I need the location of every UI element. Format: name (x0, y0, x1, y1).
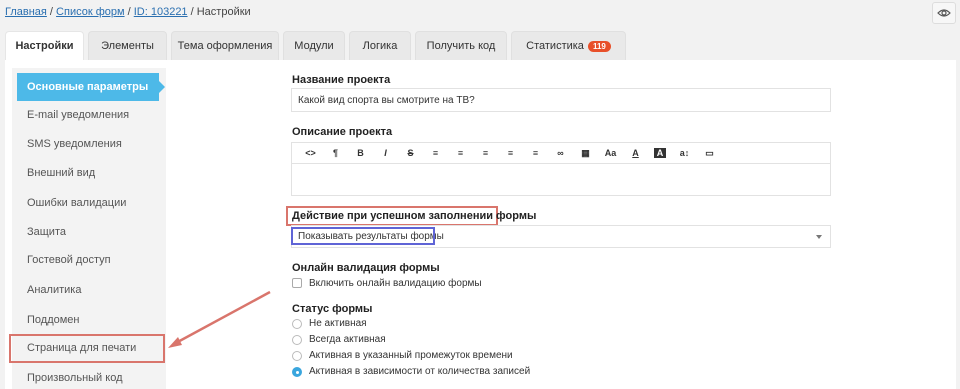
online-validation-checkbox[interactable] (292, 278, 302, 288)
sidebar-item-label: Произвольный код (27, 372, 123, 384)
text-color-button[interactable]: A (623, 148, 648, 158)
sidebar-item-email[interactable]: E-mail уведомления (12, 103, 166, 127)
outdent-button[interactable]: ≡ (498, 148, 523, 158)
status-radio-record-count[interactable] (292, 367, 302, 377)
sidebar-item-analytics[interactable]: Аналитика (12, 278, 166, 302)
project-name-label: Название проекта (292, 74, 391, 86)
tab-elements[interactable]: Элементы (88, 31, 167, 60)
tab-label: Элементы (101, 40, 154, 52)
sidebar-item-appearance[interactable]: Внешний вид (12, 161, 166, 185)
form-status-label: Статус формы (292, 303, 373, 315)
background-color-button[interactable]: A (654, 148, 666, 158)
description-editor[interactable] (291, 163, 831, 196)
sidebar-item-label: E-mail уведомления (27, 109, 130, 121)
sidebar-item-main-params[interactable]: Основные параметры (17, 73, 165, 101)
tab-label: Модули (294, 40, 334, 52)
status-radio-inactive[interactable] (292, 319, 302, 329)
preview-button[interactable] (932, 2, 956, 24)
ordered-list-button[interactable]: ≡ (448, 148, 473, 158)
sidebar-item-label: Защита (27, 226, 66, 238)
sidebar-item-label: Внешний вид (27, 167, 96, 179)
print-page-highlight (9, 334, 165, 363)
tab-bar: Настройки Элементы Тема оформления Модул… (5, 31, 630, 60)
sidebar-item-validation-errors[interactable]: Ошибки валидации (12, 191, 166, 215)
strikethrough-button[interactable]: S (398, 148, 423, 158)
success-action-value-highlight (291, 227, 435, 245)
link-button[interactable]: ∞ (548, 148, 573, 158)
image-button[interactable]: ▭ (697, 148, 722, 159)
line-height-button[interactable]: a↕ (672, 148, 697, 158)
sidebar-item-subdomain[interactable]: Поддомен (12, 308, 166, 332)
tab-modules[interactable]: Модули (283, 31, 345, 60)
tab-logic[interactable]: Логика (349, 31, 411, 60)
bold-button[interactable]: B (348, 148, 373, 158)
sidebar-item-label: Гостевой доступ (27, 254, 111, 266)
status-option-label: Активная в зависимости от количества зап… (309, 366, 531, 377)
sidebar-item-custom-code[interactable]: Произвольный код (12, 366, 166, 389)
sidebar-item-label: Поддомен (27, 314, 80, 326)
success-action-label: Действие при успешном заполнении формы (292, 210, 537, 222)
breadcrumb-current: Настройки (196, 6, 251, 18)
tab-label: Настройки (15, 40, 74, 52)
status-option-label: Всегда активная (309, 334, 386, 345)
breadcrumb-separator: / (187, 6, 197, 18)
online-validation-checkbox-label: Включить онлайн валидацию формы (309, 278, 482, 289)
sidebar-item-label: Аналитика (27, 284, 82, 296)
breadcrumb-separator: / (124, 6, 134, 18)
sidebar-item-label: SMS уведомления (27, 138, 122, 150)
breadcrumb-id-link[interactable]: ID: 103221 (134, 6, 188, 18)
table-button[interactable]: ▦ (573, 148, 598, 159)
tab-theme[interactable]: Тема оформления (171, 31, 279, 60)
breadcrumb: Главная / Список форм / ID: 103221 / Нас… (5, 6, 251, 18)
sidebar-item-sms[interactable]: SMS уведомления (12, 132, 166, 156)
breadcrumb-separator: / (46, 6, 57, 18)
project-description-label: Описание проекта (292, 126, 393, 138)
status-option-label: Не активная (309, 318, 367, 329)
sidebar-item-guest-access[interactable]: Гостевой доступ (12, 248, 166, 272)
sidebar-item-protection[interactable]: Защита (12, 220, 166, 244)
indent-button[interactable]: ≡ (523, 148, 548, 158)
statistics-count-badge: 119 (587, 40, 611, 52)
tab-label: Статистика (526, 40, 584, 52)
italic-button[interactable]: I (373, 148, 398, 158)
status-option-label: Активная в указанный промежуток времени (309, 350, 513, 361)
description-editor-toolbar: <> ¶ B I S ≡ ≡ ≡ ≡ ≡ ∞ ▦ Aa A A a↕ ▭ (291, 142, 831, 164)
sidebar-item-label: Основные параметры (27, 81, 149, 93)
eye-icon (937, 9, 951, 17)
status-radio-time-range[interactable] (292, 351, 302, 361)
paragraph-button[interactable]: ¶ (323, 148, 348, 158)
chevron-down-icon (816, 235, 822, 239)
status-radio-always-active[interactable] (292, 335, 302, 345)
breadcrumb-home-link[interactable]: Главная (5, 6, 47, 18)
online-validation-label: Онлайн валидация формы (292, 262, 440, 274)
tab-settings[interactable]: Настройки (5, 31, 84, 60)
top-bar: Главная / Список форм / ID: 103221 / Нас… (0, 0, 960, 26)
unordered-list-button[interactable]: ≡ (473, 148, 498, 158)
project-name-value: Какой вид спорта вы смотрите на ТВ? (298, 94, 475, 106)
tab-get-code[interactable]: Получить код (415, 31, 507, 60)
tab-label: Тема оформления (177, 40, 273, 52)
tab-statistics[interactable]: Статистика 119 (511, 31, 626, 60)
tab-label: Логика (362, 40, 398, 52)
code-view-button[interactable]: <> (298, 148, 323, 158)
font-size-button[interactable]: Aa (598, 148, 623, 158)
align-left-button[interactable]: ≡ (423, 148, 448, 158)
project-name-input[interactable]: Какой вид спорта вы смотрите на ТВ? (291, 88, 831, 112)
breadcrumb-forms-link[interactable]: Список форм (56, 6, 125, 18)
sidebar-item-label: Ошибки валидации (27, 197, 127, 209)
tab-label: Получить код (426, 40, 496, 52)
